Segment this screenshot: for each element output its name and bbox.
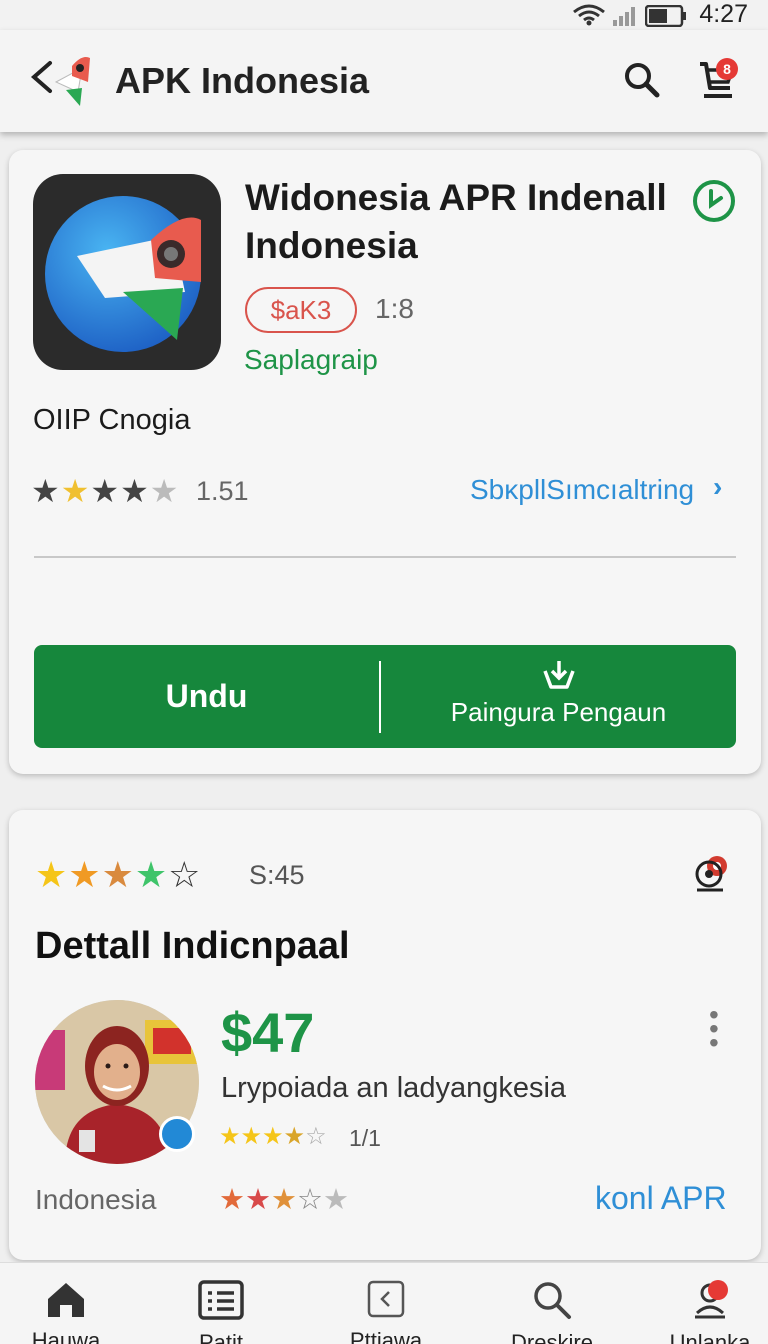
detail-country: Indonesia: [35, 1184, 157, 1215]
rating-value: 1.51: [196, 476, 249, 506]
home-icon: [48, 1283, 84, 1317]
star-outline-icon: ☆: [168, 854, 202, 895]
star-outline-icon: ☆: [305, 1123, 327, 1150]
rating-stars: ★★★★★: [31, 472, 179, 510]
app-logo-icon: [54, 57, 90, 106]
star-icon: ★: [149, 473, 180, 509]
status-time: 4:27: [699, 0, 748, 28]
nav-label: Hauwa: [31, 1328, 101, 1344]
star-icon: ★: [101, 854, 135, 895]
nav-item-home[interactable]: Hauwa: [16, 1279, 116, 1344]
app-info-card: Widonesia APR Indenall Indonesia $aK3 1:…: [9, 150, 761, 774]
star-icon: ★: [245, 1184, 271, 1216]
detail-small-stars: ★★★★☆: [219, 1122, 327, 1151]
detail-price: $47: [221, 1001, 315, 1064]
star-icon: ★: [134, 854, 169, 895]
avatar-verified-badge: [159, 1116, 195, 1152]
star-icon: ★: [60, 473, 91, 509]
country-stars: ★★★☆★: [219, 1182, 349, 1217]
secondary-action-button[interactable]: Paingura Pengaun: [381, 645, 736, 748]
download-button[interactable]: Undu: [34, 645, 379, 748]
app-developer: OIIP Cnogia: [33, 404, 191, 436]
chevron-right-icon[interactable]: ›: [713, 471, 722, 503]
list-icon: [198, 1280, 244, 1320]
app-bar-title: APK Indonesia: [115, 60, 370, 101]
star-icon: ★: [323, 1184, 349, 1216]
search-icon: [534, 1282, 571, 1319]
nav-item-search[interactable]: Dreskire: [502, 1279, 602, 1344]
section-title: Dettall Indicnpaal: [35, 925, 350, 967]
app-category[interactable]: Saplagraip: [244, 344, 378, 376]
detail-description: Lrypoiada an ladyangkesia: [221, 1072, 567, 1104]
nav-label: Dreskire: [511, 1330, 593, 1344]
action-button-group: Undu Paingura Pengaun: [34, 645, 736, 748]
star-icon: ★: [262, 1123, 284, 1150]
star-icon: ★: [68, 854, 102, 895]
detail-count: S:45: [249, 860, 305, 890]
nav-label: Unlanka: [669, 1330, 751, 1344]
app-icon-graphic: [45, 196, 201, 352]
detail-rating-stars: ★★★★☆: [35, 854, 201, 896]
app-title: Widonesia APR Indenall Indonesia: [245, 177, 667, 266]
battery-icon: [645, 5, 686, 27]
bottom-navigation: Hauwa Patit Pttiawa Dreskire Unlanka: [0, 1262, 768, 1344]
back-box-icon: [367, 1280, 405, 1318]
star-icon: ★: [219, 1123, 241, 1150]
star-icon: ★: [219, 1184, 245, 1216]
notification-dot: [708, 1280, 728, 1300]
detail-card: ★★★★☆ S:45 Dettall Indicnpaal $47 • • • Lr…: [9, 810, 761, 1260]
divider: [34, 556, 736, 558]
search-icon[interactable]: [622, 60, 662, 100]
star-icon: ★: [35, 854, 69, 895]
nav-label: Pttiawa: [349, 1328, 423, 1344]
secondary-action-label: Paingura Pengaun: [450, 697, 667, 727]
star-icon: ★: [120, 473, 150, 509]
star-icon: ★: [31, 473, 61, 509]
robot-gear-icon[interactable]: [689, 850, 735, 896]
more-options-icon[interactable]: • • •: [709, 1001, 719, 1057]
verified-clock-icon: [693, 180, 735, 222]
star-icon: ★: [283, 1123, 306, 1150]
app-bar: APK Indonesia 8: [0, 30, 768, 132]
status-bar: 4:27: [0, 0, 768, 30]
nav-item-back[interactable]: Pttiawa: [336, 1279, 436, 1344]
wifi-icon: [573, 4, 605, 26]
download-tray-icon: [543, 661, 575, 689]
nav-item-list[interactable]: Patit: [171, 1279, 271, 1344]
nav-label: Patit: [198, 1330, 244, 1344]
star-icon: ★: [240, 1123, 263, 1150]
star-icon: ★: [271, 1184, 297, 1216]
star-outline-icon: ☆: [297, 1184, 323, 1216]
cart-count-badge: 8: [716, 58, 738, 80]
signal-icon: [613, 7, 635, 26]
star-icon: ★: [90, 473, 121, 509]
details-link[interactable]: SbκpllSımcıaltring: [470, 474, 694, 506]
detail-link[interactable]: konl APR: [595, 1180, 727, 1217]
detail-small-rating: 1/1: [349, 1125, 381, 1151]
price-chip[interactable]: $aK3: [245, 287, 357, 333]
app-version: 1:8: [375, 293, 414, 324]
app-icon: [33, 174, 221, 370]
